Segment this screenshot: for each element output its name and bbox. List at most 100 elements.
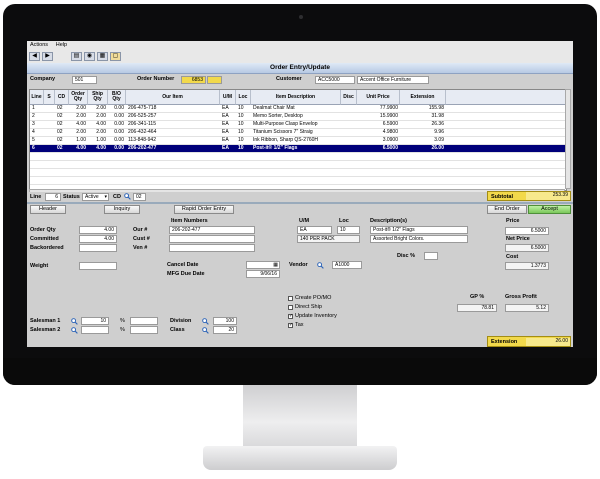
table-row[interactable] bbox=[30, 161, 566, 169]
cd-field[interactable]: 02 bbox=[133, 193, 146, 201]
grid-cell-extension: 26.36 bbox=[431, 121, 444, 127]
table-row[interactable]: 2 02 2.00 2.00 0.00 206-525-257 EA 10 Memo Sorte… bbox=[30, 113, 566, 121]
table-row[interactable]: 3 02 4.00 4.00 0.00 206-341-115 EA 10 Multi-Purp… bbox=[30, 121, 566, 129]
grid-header-unit-price[interactable]: Unit Price bbox=[357, 90, 400, 105]
grid-header-extension[interactable]: Extension bbox=[400, 90, 446, 105]
table-row[interactable] bbox=[30, 177, 566, 185]
ven-number-field[interactable] bbox=[169, 244, 255, 252]
table-row[interactable]: 1 02 2.00 2.00 0.00 206-475-718 EA 10 Dealmat Ch… bbox=[30, 105, 566, 113]
mfg-due-date-field[interactable]: 9/06/16 bbox=[246, 270, 280, 278]
forward-arrow-icon[interactable]: ▶ bbox=[42, 52, 53, 61]
create-po-checkbox[interactable] bbox=[288, 296, 293, 301]
disc-percent-field[interactable] bbox=[424, 252, 438, 260]
menu-actions[interactable]: Actions bbox=[27, 41, 51, 49]
status-select[interactable]: Active ▾ bbox=[82, 193, 109, 201]
division-search-icon[interactable] bbox=[202, 318, 209, 325]
grid-cell-s bbox=[46, 121, 53, 128]
calendar-icon[interactable]: ▦ bbox=[273, 262, 278, 268]
status-select-value: Active bbox=[85, 194, 99, 200]
grid-vertical-scrollbar[interactable] bbox=[565, 89, 571, 189]
salesman-2-search-icon[interactable] bbox=[71, 327, 78, 334]
grid-header-line[interactable]: Line bbox=[30, 90, 44, 105]
salesman-2-percent-sign: % bbox=[120, 327, 125, 333]
accept-button[interactable]: Accept bbox=[528, 205, 571, 214]
division-field[interactable]: 100 bbox=[213, 317, 237, 325]
description-line-1[interactable]: Post-it® 1/2" Flags bbox=[370, 226, 468, 234]
salesman-2-percent-field[interactable] bbox=[130, 326, 158, 334]
grid-cell-unit-price: 3.0900 bbox=[382, 137, 398, 143]
price-field[interactable]: 6.5000 bbox=[505, 227, 549, 235]
direct-ship-checkbox[interactable] bbox=[288, 305, 293, 310]
cart-icon[interactable]: ▤ bbox=[71, 52, 82, 61]
um-description: 140 PER PACK bbox=[297, 235, 360, 243]
grid-header-ship-qty[interactable]: Ship Qty bbox=[88, 90, 108, 105]
loc-field[interactable]: 10 bbox=[337, 226, 360, 234]
grid-cell-extension: 9.96 bbox=[434, 129, 444, 135]
cust-number-label: Cust # bbox=[133, 236, 150, 242]
update-inventory-checkbox[interactable]: ✓ bbox=[288, 314, 293, 319]
committed-field[interactable]: 4.00 bbox=[79, 235, 117, 243]
um-field[interactable]: EA bbox=[297, 226, 332, 234]
inquiry-button[interactable]: Inquiry bbox=[104, 205, 140, 214]
description-line-2[interactable]: Assorted Bright Colors. bbox=[370, 235, 468, 243]
grid-header-our-item[interactable]: Our Item bbox=[126, 90, 220, 105]
table-row[interactable] bbox=[30, 169, 566, 177]
grid-header-b-o-qty[interactable]: B/O Qty bbox=[108, 90, 126, 105]
monitor-stand-base bbox=[203, 446, 397, 470]
header-button[interactable]: Header bbox=[30, 205, 66, 214]
order-number-field[interactable]: 6853 bbox=[181, 76, 206, 84]
calculator-icon[interactable]: ▦ bbox=[97, 52, 108, 61]
gp-percent-label: GP % bbox=[470, 294, 485, 300]
binoculars-icon[interactable]: ◉ bbox=[84, 52, 95, 61]
grid-cell-our-item: 206-341-115 bbox=[128, 121, 156, 127]
table-row[interactable]: 5 02 1.00 1.00 0.00 113-848-942 EA 10 Ink Ribbon… bbox=[30, 137, 566, 145]
net-price-field: 6.5000 bbox=[505, 244, 549, 252]
grid-header-item-description[interactable]: Item Description bbox=[251, 90, 341, 105]
vendor-field[interactable]: A1000 bbox=[332, 261, 362, 269]
grid-cell-unit-price: 4.9800 bbox=[382, 129, 398, 135]
rapid-order-entry-button[interactable]: Rapid Order Entry bbox=[174, 205, 234, 214]
class-search-icon[interactable] bbox=[202, 327, 209, 334]
end-order-button[interactable]: End Order bbox=[487, 205, 527, 214]
grid-cell-disc bbox=[343, 129, 355, 136]
grid-cell-u-m: EA bbox=[222, 129, 229, 135]
vendor-search-icon[interactable] bbox=[317, 262, 324, 269]
back-arrow-icon[interactable]: ◀ bbox=[29, 52, 40, 61]
folder-icon[interactable]: ▢ bbox=[110, 52, 121, 61]
tax-checkbox[interactable]: ✓ bbox=[288, 323, 293, 328]
table-row[interactable]: 4 02 2.00 2.00 0.00 206-432-464 EA 10 Titanium S… bbox=[30, 129, 566, 137]
customer-name-field[interactable]: Accent Office Furniture bbox=[357, 76, 429, 84]
weight-field[interactable] bbox=[79, 262, 117, 270]
order-qty-field[interactable]: 4.00 bbox=[79, 226, 117, 234]
grid-header-disc[interactable]: Disc bbox=[341, 90, 357, 105]
salesman-1-percent-sign: % bbox=[120, 318, 125, 324]
grid-header-u-m[interactable]: U/M bbox=[220, 90, 236, 105]
grid-cell-cd: 02 bbox=[57, 137, 63, 143]
salesman-1-field[interactable]: 10 bbox=[81, 317, 109, 325]
grid-header-loc[interactable]: Loc bbox=[236, 90, 251, 105]
grid-cell-disc bbox=[343, 113, 355, 120]
table-row[interactable]: 6 02 4.00 4.00 0.00 206-202-477 EA 10 Post-it® 1… bbox=[30, 145, 566, 153]
salesman-2-field[interactable] bbox=[81, 326, 109, 334]
subtotal-label: Subtotal bbox=[491, 194, 513, 200]
line-field[interactable]: 6 bbox=[45, 193, 61, 201]
gross-profit-label: Gross Profit bbox=[505, 294, 537, 300]
cust-number-field[interactable] bbox=[169, 235, 255, 243]
window-title: Order Entry/Update bbox=[27, 63, 573, 74]
order-number-suffix[interactable] bbox=[207, 76, 222, 84]
cd-lookup-search-icon[interactable] bbox=[124, 193, 131, 200]
backordered-field[interactable] bbox=[79, 244, 117, 252]
customer-code-field[interactable]: ACC5000 bbox=[315, 76, 355, 84]
salesman-1-percent-field[interactable] bbox=[130, 317, 158, 325]
grid-header-order-qty[interactable]: Order Qty bbox=[69, 90, 88, 105]
grid-cell-loc: 10 bbox=[238, 137, 244, 143]
cancel-date-field[interactable]: ▦ bbox=[246, 261, 280, 269]
our-number-field[interactable]: 206-202-477 bbox=[169, 226, 255, 234]
menu-help[interactable]: Help bbox=[53, 41, 70, 49]
class-field[interactable]: 20 bbox=[213, 326, 237, 334]
grid-header-s[interactable]: S bbox=[44, 90, 55, 105]
grid-header-cd[interactable]: CD bbox=[55, 90, 69, 105]
salesman-1-search-icon[interactable] bbox=[71, 318, 78, 325]
company-field[interactable]: 501 bbox=[72, 76, 97, 84]
table-row[interactable] bbox=[30, 153, 566, 161]
